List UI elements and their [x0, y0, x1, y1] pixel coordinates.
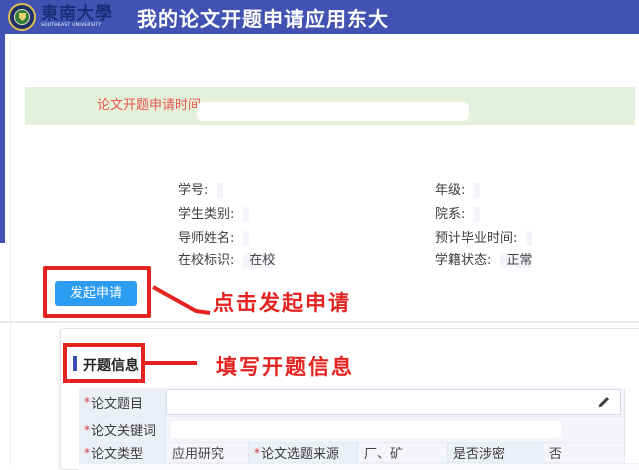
thesis-type-label: 论文类型 — [91, 443, 143, 462]
field-student-id: 学号: — [178, 179, 223, 198]
keywords-label-cell: * 论文关键词 — [79, 417, 166, 443]
required-asterisk: * — [254, 446, 260, 460]
topic-source-value-cell[interactable]: 厂、矿 — [358, 443, 448, 463]
department-value — [474, 207, 480, 222]
confidential-label: 是否涉密 — [453, 443, 505, 462]
apply-annotation-text: 点击发起申请 — [213, 287, 351, 317]
advisor-name-value — [243, 231, 249, 246]
student-type-value — [243, 207, 249, 222]
redacted-period-value — [197, 102, 469, 121]
topic-source-label-cell: * 论文选题来源 — [249, 443, 358, 463]
left-border-strip — [0, 34, 5, 243]
section-highlight-box — [63, 343, 145, 383]
topic-source-value: 厂、矿 — [364, 443, 403, 462]
proposal-card: 开题信息 填写开题信息 * 论文题目 * 论文关键词 * 论文类型 应用研究 *… — [60, 328, 639, 470]
thesis-type-value-cell[interactable]: 应用研究 — [166, 443, 249, 463]
advisor-name-label: 导师姓名: — [178, 231, 234, 246]
thesis-type-label-cell: * 论文类型 — [79, 443, 166, 463]
panel-divider-line — [10, 40, 11, 467]
student-id-value — [217, 183, 223, 198]
annotation-leader-line — [145, 361, 197, 365]
grade-label: 年级: — [435, 183, 465, 198]
topic-source-label: 论文选题来源 — [261, 443, 339, 462]
edit-pencil-icon[interactable] — [597, 396, 610, 409]
confidential-label-cell: 是否涉密 — [448, 443, 543, 463]
student-id-label: 学号: — [178, 183, 208, 198]
fill-annotation-text: 填写开题信息 — [216, 351, 354, 381]
grade-value — [474, 183, 480, 198]
required-asterisk: * — [84, 446, 90, 460]
apply-highlight-box — [43, 266, 151, 318]
university-logo-icon — [8, 3, 36, 31]
confidential-value-cell[interactable]: 否 — [543, 443, 625, 463]
thesis-type-value: 应用研究 — [172, 443, 224, 462]
apply-period-banner: 论文开题申请时间 — [25, 87, 635, 125]
university-name-cn: 東南大學 — [41, 6, 125, 23]
field-grade: 年级: — [435, 179, 480, 198]
thesis-title-input[interactable] — [166, 389, 621, 415]
field-department: 院系: — [435, 203, 480, 222]
graduation-time-value — [526, 231, 532, 246]
enrollment-status-value: 正常 — [500, 253, 532, 268]
thesis-title-label: 论文题目 — [91, 393, 143, 412]
field-student-type: 学生类别: — [178, 203, 249, 222]
keywords-input[interactable] — [171, 421, 561, 438]
thesis-title-label-cell: * 论文题目 — [79, 388, 166, 417]
keywords-label: 论文关键词 — [91, 420, 156, 439]
field-advisor-name: 导师姓名: — [178, 227, 249, 246]
campus-status-label: 在校标识: — [178, 253, 234, 268]
student-type-label: 学生类别: — [178, 207, 234, 222]
required-asterisk: * — [84, 423, 90, 437]
graduation-time-label: 预计毕业时间: — [435, 231, 517, 246]
university-name-block: 東南大學 SOUTHEAST UNIVERSITY — [41, 6, 125, 29]
section-separator — [0, 321, 639, 323]
required-asterisk: * — [84, 395, 90, 409]
university-name-en: SOUTHEAST UNIVERSITY — [41, 23, 101, 27]
campus-status-value: 在校 — [243, 253, 275, 268]
page-title: 我的论文开题申请应用东大 — [137, 3, 389, 32]
annotation-arrow-line — [148, 280, 218, 320]
apply-period-label: 论文开题申请时间 — [97, 87, 201, 125]
field-campus-status: 在校标识: 在校 — [178, 249, 275, 268]
header-bar: 東南大學 SOUTHEAST UNIVERSITY 我的论文开题申请应用东大 — [0, 0, 639, 34]
field-graduation-time: 预计毕业时间: — [435, 227, 532, 246]
enrollment-status-label: 学籍状态: — [435, 253, 491, 268]
department-label: 院系: — [435, 207, 465, 222]
field-enrollment-status: 学籍状态: 正常 — [435, 249, 532, 268]
confidential-value: 否 — [549, 443, 562, 462]
